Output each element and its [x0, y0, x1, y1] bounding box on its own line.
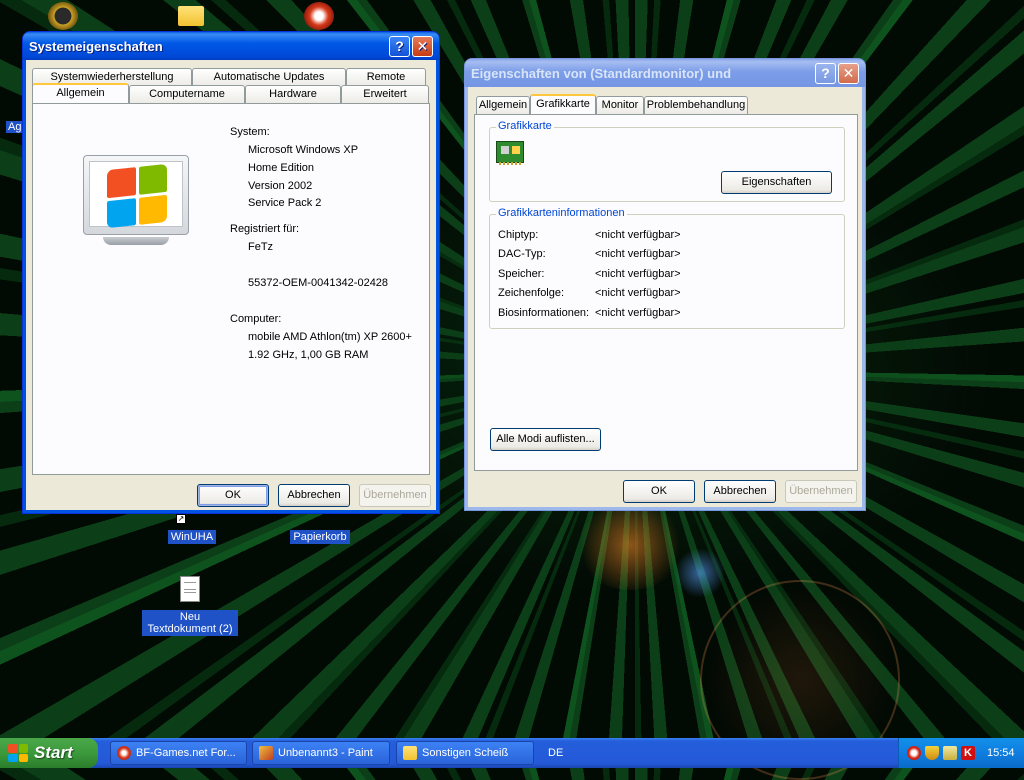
- bios-info-label: Biosinformationen:: [498, 307, 590, 319]
- apply-button[interactable]: Übernehmen: [359, 484, 431, 507]
- shortcut-arrow-icon: ↗: [176, 514, 186, 524]
- taskbar-item-label: Unbenannt3 - Paint: [278, 747, 373, 759]
- memory-value: <nicht verfügbar>: [595, 268, 681, 280]
- tab-computer-name[interactable]: Computername: [129, 85, 245, 103]
- taskbar-item-browser[interactable]: BF-Games.net For...: [110, 741, 247, 765]
- tab-row-bottom: Allgemein Computername Hardware Erweiter…: [32, 83, 429, 105]
- display-adapter-properties-window: Eigenschaften von (Standardmonitor) und …: [464, 58, 866, 511]
- registered-user: FeTz: [248, 241, 274, 253]
- antivirus-tray-icon[interactable]: [907, 746, 921, 760]
- wow-desktop-icon[interactable]: [48, 2, 78, 30]
- tab-row: Allgemein Grafikkarte Monitor Problembeh…: [476, 94, 748, 116]
- system-tray: K 15:54: [898, 738, 1024, 768]
- question-mark-icon: ?: [821, 65, 830, 81]
- title-bar[interactable]: Eigenschaften von (Standardmonitor) und …: [465, 59, 865, 87]
- os-name: Microsoft Windows XP: [248, 144, 359, 156]
- lens-flare-blue: [675, 548, 725, 598]
- apply-button[interactable]: Übernehmen: [785, 480, 857, 503]
- kaspersky-tray-icon[interactable]: K: [961, 746, 975, 760]
- start-button[interactable]: Start: [0, 738, 98, 768]
- desktop-icon-recycle-bin[interactable]: Papierkorb: [272, 512, 368, 544]
- window-title: Systemeigenschaften: [29, 38, 163, 54]
- security-shield-icon[interactable]: [925, 746, 939, 760]
- start-label: Start: [34, 743, 73, 762]
- cancel-button[interactable]: Abbrechen: [278, 484, 350, 507]
- tab-general[interactable]: Allgemein: [476, 96, 530, 114]
- desktop-icon-label: Papierkorb: [290, 530, 350, 544]
- bios-info-value: <nicht verfügbar>: [595, 307, 681, 319]
- adapter-info-group-title: Grafikkarteninformationen: [496, 207, 627, 219]
- desktop-partial-label[interactable]: Ag: [6, 121, 24, 133]
- lens-flare-orange: [575, 500, 685, 590]
- language-indicator[interactable]: DE: [548, 747, 563, 759]
- memory-label: Speicher:: [498, 268, 545, 280]
- folder-desktop-icon[interactable]: [178, 6, 204, 26]
- close-icon: ✕: [416, 37, 429, 54]
- system-label: System:: [230, 126, 270, 138]
- chip-type-value: <nicht verfügbar>: [595, 229, 681, 241]
- adapter-string-value: <nicht verfügbar>: [595, 287, 681, 299]
- tab-general[interactable]: Allgemein: [32, 83, 129, 103]
- close-icon: ✕: [842, 64, 855, 81]
- tab-troubleshoot[interactable]: Problembehandlung: [644, 96, 748, 114]
- clock[interactable]: 15:54: [987, 747, 1015, 759]
- taskbar-item-folder[interactable]: Sonstigen Scheiß: [396, 741, 534, 765]
- desktop-icon-label: Neu Textdokument (2): [142, 610, 238, 636]
- chip-type-label: Chiptyp:: [498, 229, 539, 241]
- ok-button[interactable]: OK: [197, 484, 269, 507]
- network-tray-icon[interactable]: [943, 746, 957, 760]
- adapter-group: Grafikkarte Eigenschaften: [489, 120, 845, 202]
- cpu-name: mobile AMD Athlon(tm) XP 2600+: [248, 331, 412, 343]
- dac-type-value: <nicht verfügbar>: [595, 248, 681, 260]
- tab-automatic-updates[interactable]: Automatische Updates: [192, 68, 346, 86]
- adapter-group-title: Grafikkarte: [496, 120, 554, 132]
- folder-icon: [403, 746, 417, 760]
- browser-icon: [117, 746, 131, 760]
- tab-advanced[interactable]: Erweitert: [341, 85, 429, 103]
- list-all-modes-button[interactable]: Alle Modi auflisten...: [490, 428, 601, 451]
- close-button[interactable]: ✕: [412, 35, 433, 57]
- desktop-icon-winuha[interactable]: ↗ WinUHA: [144, 512, 240, 544]
- help-button[interactable]: ?: [815, 62, 836, 84]
- registered-label: Registriert für:: [230, 223, 300, 235]
- taskbar-item-label: BF-Games.net For...: [136, 747, 236, 759]
- tab-hardware[interactable]: Hardware: [245, 85, 341, 103]
- window-title: Eigenschaften von (Standardmonitor) und: [471, 65, 732, 81]
- tab-monitor[interactable]: Monitor: [596, 96, 644, 114]
- desktop-icon-text-document[interactable]: Neu Textdokument (2): [142, 576, 238, 636]
- paint-icon: [259, 746, 273, 760]
- cancel-button[interactable]: Abbrechen: [704, 480, 776, 503]
- dac-type-label: DAC-Typ:: [498, 248, 546, 260]
- service-pack: Service Pack 2: [248, 197, 322, 209]
- cpu-speed-ram: 1.92 GHz, 1,00 GB RAM: [248, 349, 369, 361]
- firefox-desktop-icon[interactable]: [304, 2, 334, 30]
- taskbar: Start BF-Games.net For... Unbenannt3 - P…: [0, 738, 1024, 768]
- product-id: 55372-OEM-0041342-02428: [248, 277, 389, 289]
- tab-remote[interactable]: Remote: [346, 68, 426, 86]
- os-version: Version 2002: [248, 180, 313, 192]
- computer-label: Computer:: [230, 313, 282, 325]
- help-button[interactable]: ?: [389, 35, 410, 57]
- graphics-card-icon: [496, 141, 524, 165]
- taskbar-item-label: Sonstigen Scheiß: [422, 747, 509, 759]
- title-bar[interactable]: Systemeigenschaften ? ✕: [23, 32, 439, 60]
- system-properties-window: Systemeigenschaften ? ✕ Systemwiederhers…: [22, 31, 440, 514]
- ok-button[interactable]: OK: [623, 480, 695, 503]
- question-mark-icon: ?: [395, 38, 404, 54]
- windows-logo-icon: [8, 744, 28, 762]
- close-button[interactable]: ✕: [838, 62, 859, 84]
- adapter-string-label: Zeichenfolge:: [498, 287, 565, 299]
- adapter-tab-panel: Grafikkarte Eigenschaften Grafikkartenin…: [474, 114, 858, 471]
- adapter-properties-button[interactable]: Eigenschaften: [721, 171, 832, 194]
- taskbar-item-paint[interactable]: Unbenannt3 - Paint: [252, 741, 390, 765]
- os-edition: Home Edition: [248, 162, 315, 174]
- windows-monitor-logo-icon: [83, 155, 189, 245]
- general-tab-panel: System: Microsoft Windows XP Home Editio…: [32, 103, 430, 475]
- tab-adapter[interactable]: Grafikkarte: [530, 94, 596, 114]
- text-document-icon: [180, 576, 200, 602]
- adapter-info-group: Grafikkarteninformationen Chiptyp: <nich…: [489, 207, 845, 329]
- desktop-icon-label: WinUHA: [167, 530, 217, 544]
